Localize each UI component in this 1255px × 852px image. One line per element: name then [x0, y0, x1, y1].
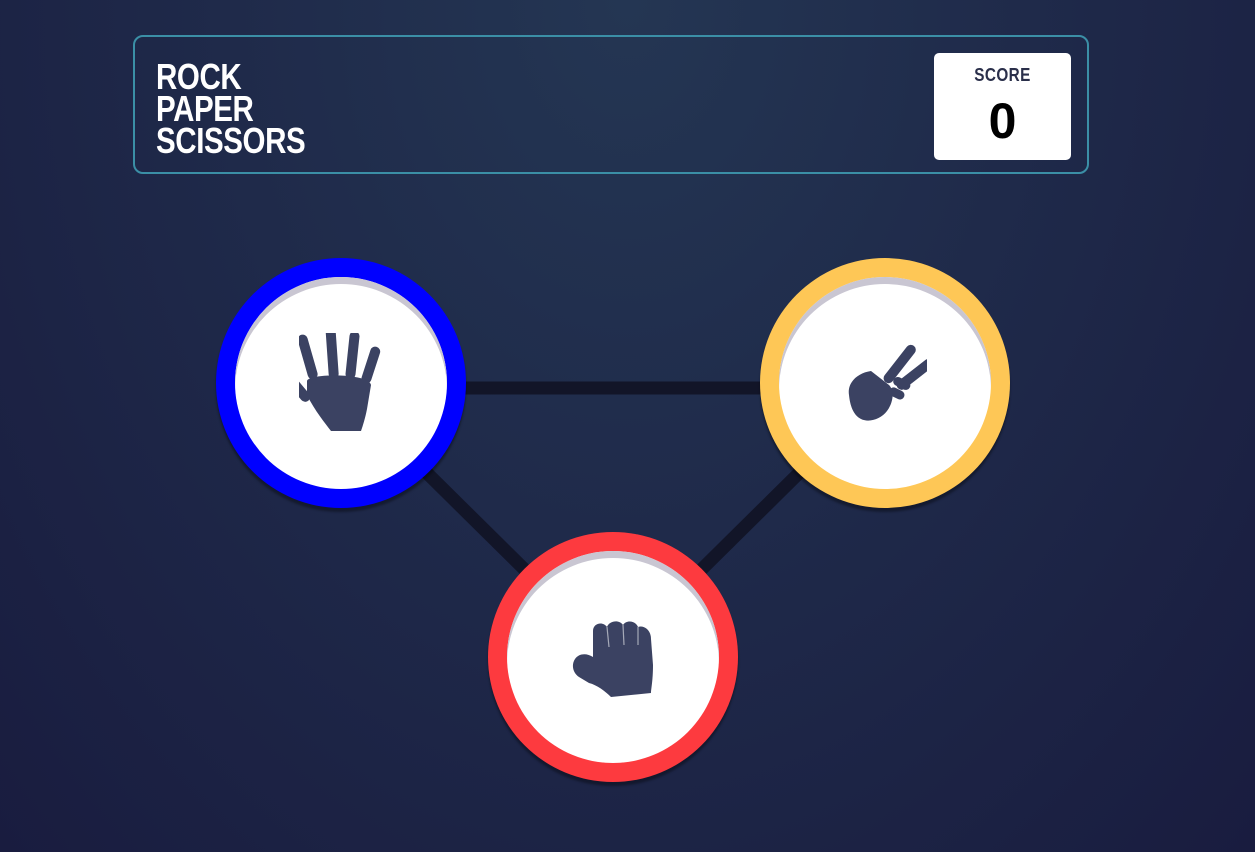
hand-rock-icon: [572, 621, 653, 697]
paper-choice-button[interactable]: [216, 258, 466, 508]
rock-choice-button[interactable]: [488, 532, 738, 782]
hand-scissors-icon: [848, 344, 927, 421]
scissors-choice-button[interactable]: [760, 258, 1010, 508]
hand-paper-icon: [299, 333, 381, 431]
